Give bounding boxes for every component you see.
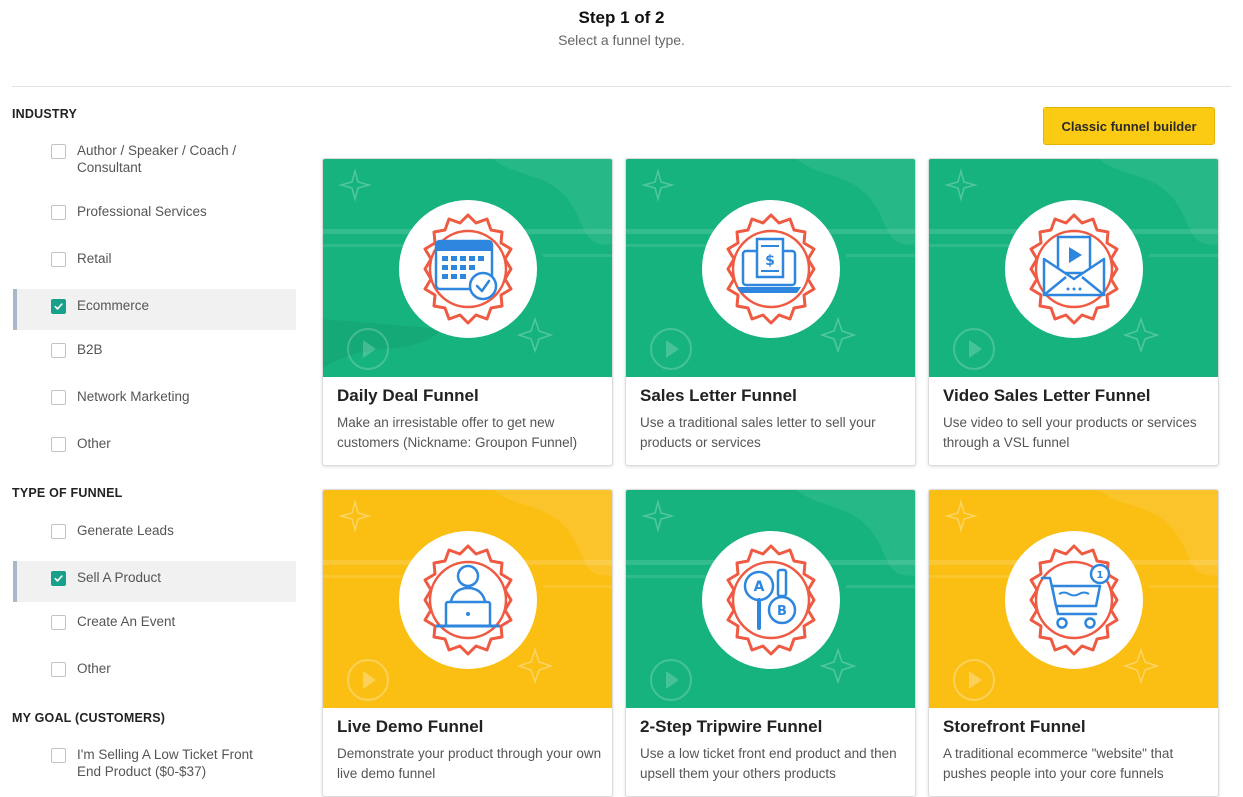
funnel-card-live-demo[interactable]: Live Demo Funnel Demonstrate your produc… [322,489,613,797]
filter-label: Other [77,436,111,451]
my-goal-heading: MY GOAL (CUSTOMERS) [12,711,166,725]
filter-industry-ecommerce[interactable]: Ecommerce [13,289,296,330]
card-artwork: A B [626,490,915,708]
funnel-card-daily-deal[interactable]: Daily Deal Funnel Make an irresistable o… [322,158,613,466]
svg-text:A: A [754,579,765,595]
filter-label: Other [77,661,111,676]
checkbox[interactable] [51,437,66,452]
card-artwork [323,490,612,708]
classic-funnel-builder-button[interactable]: Classic funnel builder [1043,107,1215,145]
card-description: Make an irresistable offer to get new cu… [337,415,578,450]
funnel-badge: $ [702,200,840,338]
filter-label: I'm Selling A Low Ticket Front End Produ… [77,747,253,779]
filter-sidebar: INDUSTRY Author / Speaker / Coach / Cons… [0,87,300,797]
card-description: Use video to sell your products or servi… [943,415,1197,450]
funnel-card-2-step-tripwire[interactable]: A B 2-Step Tripwire Funnel Use a low tic… [625,489,916,797]
checkbox-checked[interactable] [51,299,66,314]
check-icon [54,575,63,582]
card-description: A traditional ecommerce "website" that p… [943,746,1174,781]
card-title: 2-Step Tripwire Funnel [640,717,823,736]
filter-industry-other[interactable]: Other [13,435,296,455]
funnel-card-sales-letter[interactable]: $ Sales Letter Funnel Use a traditional … [625,158,916,466]
svg-text:$: $ [765,253,775,269]
filter-type-generate-leads[interactable]: Generate Leads [13,522,296,542]
card-artwork [323,159,612,377]
checkbox[interactable] [51,343,66,358]
filter-industry-network-marketing[interactable]: Network Marketing [13,388,296,408]
checkbox[interactable] [51,662,66,677]
filter-label: Author / Speaker / Coach / Consultant [77,143,237,175]
svg-text:B: B [777,604,787,619]
funnel-badge [1005,200,1143,338]
card-artwork: $ [626,159,915,377]
card-description: Use a traditional sales letter to sell y… [640,415,876,450]
card-title: Storefront Funnel [943,717,1086,736]
checkbox[interactable] [51,524,66,539]
checkbox[interactable] [51,390,66,405]
funnel-badge [399,531,537,669]
card-description: Use a low ticket front end product and t… [640,746,897,781]
filter-type-sell-a-product[interactable]: Sell A Product [13,561,296,602]
checkbox[interactable] [51,205,66,220]
industry-heading: INDUSTRY [12,107,78,121]
filter-industry-professional-services[interactable]: Professional Services [13,203,296,223]
filter-type-create-an-event[interactable]: Create An Event [13,613,296,633]
filter-label: Ecommerce [77,298,150,313]
card-artwork: 1 [929,490,1218,708]
filter-label: Generate Leads [77,523,174,538]
checkbox[interactable] [51,615,66,630]
checkbox[interactable] [51,252,66,267]
card-title: Video Sales Letter Funnel [943,386,1151,405]
filter-industry-author[interactable]: Author / Speaker / Coach / Consultant [13,142,296,182]
type-of-funnel-heading: TYPE OF FUNNEL [12,486,123,500]
card-title: Sales Letter Funnel [640,386,797,405]
funnel-card-video-sales-letter[interactable]: Video Sales Letter Funnel Use video to s… [928,158,1219,466]
filter-type-other[interactable]: Other [13,660,296,680]
card-title: Daily Deal Funnel [337,386,479,405]
card-description: Demonstrate your product through your ow… [337,746,602,781]
filter-label: B2B [77,342,103,357]
checkbox[interactable] [51,748,66,763]
filter-label: Professional Services [77,204,207,219]
step-subtitle: Select a funnel type. [558,32,685,48]
card-title: Live Demo Funnel [337,717,484,736]
filter-industry-b2b[interactable]: B2B [13,341,296,361]
checkbox[interactable] [51,144,66,159]
funnel-card-storefront[interactable]: 1 Storefront Funnel A traditional ecomme… [928,489,1219,797]
step-indicator: Step 1 of 2 [578,8,665,27]
filter-label: Network Marketing [77,389,190,404]
filter-goal-low-ticket[interactable]: I'm Selling A Low Ticket Front End Produ… [13,746,296,786]
check-icon [54,303,63,310]
checkbox-checked[interactable] [51,571,66,586]
funnel-badge: 1 [1005,531,1143,669]
filter-industry-retail[interactable]: Retail [13,250,296,270]
filter-label: Sell A Product [77,570,162,585]
card-artwork [929,159,1218,377]
filter-label: Create An Event [77,614,176,629]
svg-text:1: 1 [1097,570,1104,581]
funnel-badge [399,200,537,338]
funnel-badge: A B [702,531,840,669]
filter-label: Retail [77,251,112,266]
